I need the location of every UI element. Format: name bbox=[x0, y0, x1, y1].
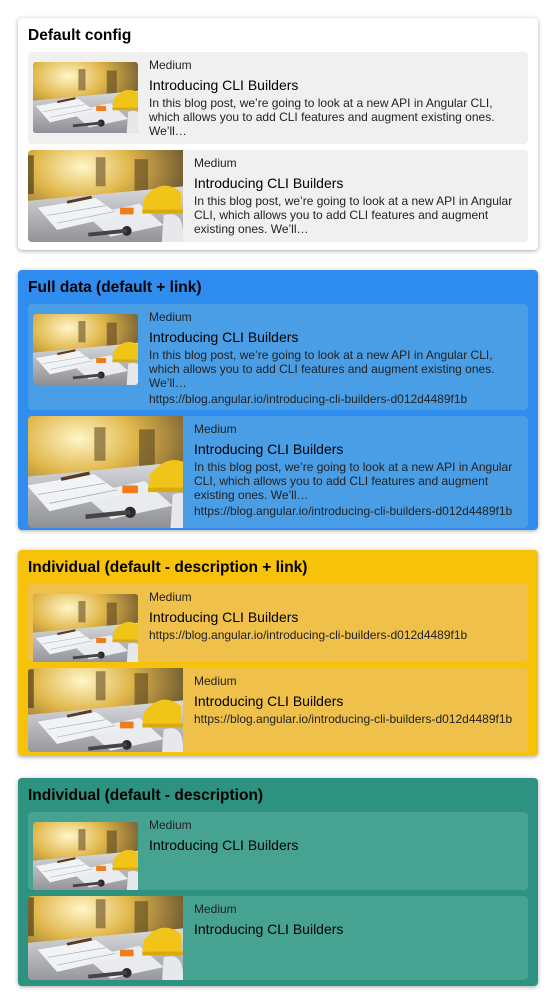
preview-title: Introducing CLI Builders bbox=[149, 77, 299, 93]
preview-source: Medium bbox=[194, 422, 237, 436]
preview-image-wrap bbox=[28, 584, 143, 662]
preview-content: Medium Introducing CLI Builders https://bl… bbox=[188, 668, 528, 752]
section-title: Individual (default - description) bbox=[28, 787, 264, 804]
link-preview-card[interactable]: Medium Introducing CLI Builders https://bl… bbox=[28, 584, 528, 662]
preview-link[interactable]: https://blog.angular.io/introducing-cli-… bbox=[194, 504, 518, 519]
preview-content: Medium Introducing CLI Builders bbox=[188, 896, 528, 980]
preview-source: Medium bbox=[194, 674, 237, 688]
preview-image bbox=[28, 896, 183, 980]
preview-content: Medium Introducing CLI Builders In this bl… bbox=[143, 52, 528, 144]
preview-image-wrap bbox=[28, 812, 143, 890]
preview-image-wrap bbox=[28, 304, 143, 410]
link-preview-card[interactable]: Medium Introducing CLI Builders https://bl… bbox=[28, 668, 528, 752]
preview-title: Introducing CLI Builders bbox=[149, 837, 299, 853]
preview-title: Introducing CLI Builders bbox=[194, 693, 344, 709]
preview-image-wrap bbox=[28, 150, 188, 242]
preview-description: In this blog post, we’re going to look a… bbox=[149, 348, 495, 390]
preview-image bbox=[33, 62, 138, 133]
preview-source: Medium bbox=[149, 590, 192, 604]
preview-image bbox=[28, 416, 183, 528]
preview-image-wrap bbox=[28, 668, 188, 752]
preview-image-wrap bbox=[28, 416, 188, 528]
preview-image-wrap bbox=[28, 52, 143, 144]
preview-title: Introducing CLI Builders bbox=[194, 441, 344, 457]
link-preview-card[interactable]: Medium Introducing CLI Builders bbox=[28, 812, 528, 890]
preview-title: Introducing CLI Builders bbox=[194, 921, 344, 937]
preview-description: In this blog post, we’re going to look a… bbox=[149, 96, 495, 138]
preview-title: Introducing CLI Builders bbox=[149, 609, 299, 625]
preview-source: Medium bbox=[194, 156, 237, 170]
preview-content: Medium Introducing CLI Builders In this bl… bbox=[188, 150, 528, 242]
preview-title: Introducing CLI Builders bbox=[194, 175, 344, 191]
section-title: Default config bbox=[28, 27, 132, 44]
preview-image bbox=[33, 822, 138, 890]
preview-link[interactable]: https://blog.angular.io/introducing-cli-… bbox=[194, 712, 518, 727]
section-3: Individual (default - description + link… bbox=[18, 550, 538, 756]
preview-description: In this blog post, we’re going to look a… bbox=[194, 460, 513, 502]
section-4: Individual (default - description) Mediu… bbox=[18, 778, 538, 986]
preview-title: Introducing CLI Builders bbox=[149, 329, 299, 345]
preview-image-wrap bbox=[28, 896, 188, 980]
preview-content: Medium Introducing CLI Builders https://bl… bbox=[143, 584, 528, 662]
preview-content: Medium Introducing CLI Builders In this bl… bbox=[188, 416, 528, 528]
preview-source: Medium bbox=[149, 818, 192, 832]
section-title: Full data (default + link) bbox=[28, 279, 202, 296]
preview-link[interactable]: https://blog.angular.io/introducing-cli-… bbox=[149, 392, 518, 407]
section-1: Default config Medium Introducing CLI Bu… bbox=[18, 18, 538, 250]
link-preview-card[interactable]: Medium Introducing CLI Builders In this bl… bbox=[28, 416, 528, 528]
link-preview-card[interactable]: Medium Introducing CLI Builders In this bl… bbox=[28, 52, 528, 144]
preview-link[interactable]: https://blog.angular.io/introducing-cli-… bbox=[149, 628, 518, 643]
preview-source: Medium bbox=[149, 58, 192, 72]
preview-source: Medium bbox=[149, 310, 192, 324]
preview-image bbox=[33, 594, 138, 662]
preview-image bbox=[33, 314, 138, 385]
preview-content: Medium Introducing CLI Builders bbox=[143, 812, 528, 890]
section-2: Full data (default + link) Medium Introd… bbox=[18, 270, 538, 530]
preview-source: Medium bbox=[194, 902, 237, 916]
preview-content: Medium Introducing CLI Builders In this bl… bbox=[143, 304, 528, 410]
preview-image bbox=[28, 150, 183, 242]
link-preview-card[interactable]: Medium Introducing CLI Builders bbox=[28, 896, 528, 980]
link-preview-card[interactable]: Medium Introducing CLI Builders In this bl… bbox=[28, 304, 528, 410]
section-title: Individual (default - description + link… bbox=[28, 559, 308, 576]
preview-description: In this blog post, we’re going to look a… bbox=[194, 194, 513, 236]
preview-image bbox=[28, 668, 183, 752]
link-preview-card[interactable]: Medium Introducing CLI Builders In this bl… bbox=[28, 150, 528, 242]
